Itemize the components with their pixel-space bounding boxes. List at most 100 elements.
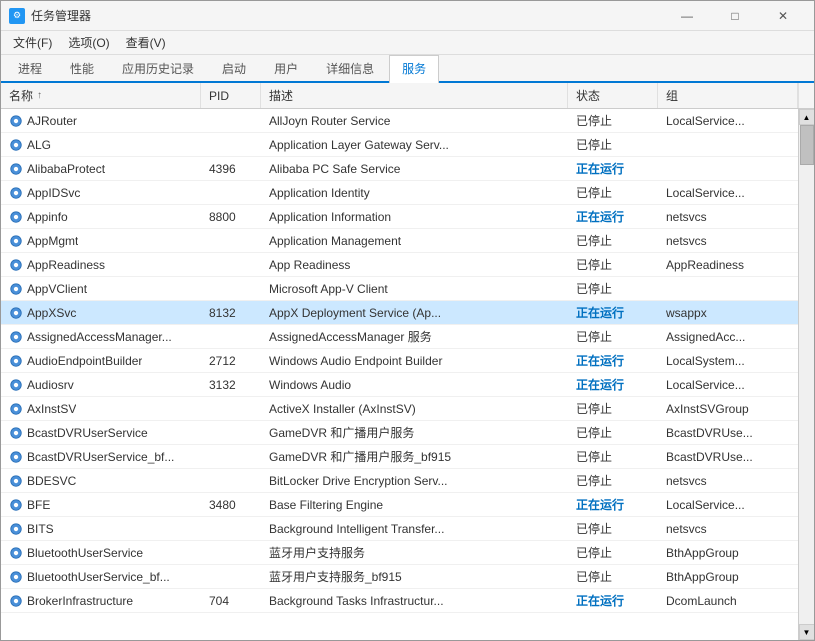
table-row[interactable]: BrokerInfrastructure704Background Tasks … xyxy=(1,589,798,613)
cell-desc: AllJoyn Router Service xyxy=(261,109,568,132)
table-row[interactable]: BcastDVRUserServiceGameDVR 和广播用户服务已停止Bca… xyxy=(1,421,798,445)
table-row[interactable]: AppMgmtApplication Management已停止netsvcs xyxy=(1,229,798,253)
menu-bar: 文件(F) 选项(O) 查看(V) xyxy=(1,31,814,55)
cell-pid xyxy=(201,325,261,348)
service-name-text: BluetoothUserService xyxy=(27,546,143,560)
cell-desc: Windows Audio Endpoint Builder xyxy=(261,349,568,372)
service-name-text: AlibabaProtect xyxy=(27,162,105,176)
service-icon xyxy=(9,546,23,560)
cell-service-name: AxInstSV xyxy=(1,397,201,420)
cell-pid: 4396 xyxy=(201,157,261,180)
cell-status: 已停止 xyxy=(568,325,658,348)
cell-desc: Background Intelligent Transfer... xyxy=(261,517,568,540)
cell-status: 已停止 xyxy=(568,421,658,444)
col-header-name[interactable]: 名称 ↑ xyxy=(1,83,201,108)
table-row[interactable]: BDESVCBitLocker Drive Encryption Serv...… xyxy=(1,469,798,493)
cell-status: 已停止 xyxy=(568,229,658,252)
sort-arrow-icon: ↑ xyxy=(37,90,42,101)
cell-service-name: AppIDSvc xyxy=(1,181,201,204)
cell-status: 已停止 xyxy=(568,133,658,156)
service-icon xyxy=(9,522,23,536)
cell-group xyxy=(658,157,798,180)
table-row[interactable]: AxInstSVActiveX Installer (AxInstSV)已停止A… xyxy=(1,397,798,421)
tab-users[interactable]: 用户 xyxy=(261,55,311,81)
cell-service-name: BluetoothUserService_bf... xyxy=(1,565,201,588)
table-row[interactable]: AppIDSvcApplication Identity已停止LocalServ… xyxy=(1,181,798,205)
col-header-group[interactable]: 组 xyxy=(658,83,798,108)
minimize-button[interactable]: — xyxy=(664,1,710,31)
service-name-text: AppReadiness xyxy=(27,258,105,272)
menu-options[interactable]: 选项(O) xyxy=(60,32,117,53)
table-row[interactable]: AJRouterAllJoyn Router Service已停止LocalSe… xyxy=(1,109,798,133)
col-header-desc[interactable]: 描述 xyxy=(261,83,568,108)
services-table: 名称 ↑ PID 描述 状态 组 xyxy=(1,83,814,640)
cell-desc: Microsoft App-V Client xyxy=(261,277,568,300)
service-name-text: AxInstSV xyxy=(27,402,76,416)
tab-performance[interactable]: 性能 xyxy=(57,55,107,81)
cell-pid xyxy=(201,517,261,540)
cell-desc: GameDVR 和广播用户服务_bf915 xyxy=(261,445,568,468)
col-header-pid[interactable]: PID xyxy=(201,83,261,108)
service-icon xyxy=(9,306,23,320)
cell-group: LocalService... xyxy=(658,373,798,396)
col-header-status[interactable]: 状态 xyxy=(568,83,658,108)
table-row[interactable]: BcastDVRUserService_bf... GameDVR 和广播用户服务… xyxy=(1,445,798,469)
scroll-thumb[interactable] xyxy=(800,125,814,165)
table-row[interactable]: BFE3480Base Filtering Engine正在运行LocalSer… xyxy=(1,493,798,517)
tab-details[interactable]: 详细信息 xyxy=(313,55,387,81)
table-row[interactable]: Audiosrv3132Windows Audio正在运行LocalServic… xyxy=(1,373,798,397)
service-name-text: BcastDVRUserService_bf... xyxy=(27,450,174,464)
cell-status: 正在运行 xyxy=(568,349,658,372)
cell-service-name: ALG xyxy=(1,133,201,156)
cell-service-name: AudioEndpointBuilder xyxy=(1,349,201,372)
table-row[interactable]: BITSBackground Intelligent Transfer...已停… xyxy=(1,517,798,541)
cell-group: BcastDVRUse... xyxy=(658,421,798,444)
cell-service-name: BluetoothUserService xyxy=(1,541,201,564)
table-row[interactable]: ALG Application Layer Gateway Serv...已停止 xyxy=(1,133,798,157)
cell-service-name: AppXSvc xyxy=(1,301,201,324)
table-row[interactable]: AlibabaProtect4396Alibaba PC Safe Servic… xyxy=(1,157,798,181)
table-row[interactable]: AppXSvc8132AppX Deployment Service (Ap..… xyxy=(1,301,798,325)
service-icon xyxy=(9,330,23,344)
table-row[interactable]: BluetoothUserService蓝牙用户支持服务已停止BthAppGro… xyxy=(1,541,798,565)
service-name-text: AudioEndpointBuilder xyxy=(27,354,142,368)
cell-desc: 蓝牙用户支持服务_bf915 xyxy=(261,565,568,588)
maximize-button[interactable]: □ xyxy=(712,1,758,31)
tab-app-history[interactable]: 应用历史记录 xyxy=(109,55,207,81)
scroll-down-button[interactable]: ▼ xyxy=(799,624,815,640)
service-icon xyxy=(9,138,23,152)
cell-service-name: AppMgmt xyxy=(1,229,201,252)
cell-status: 正在运行 xyxy=(568,301,658,324)
service-name-text: AppXSvc xyxy=(27,306,76,320)
table-row[interactable]: BluetoothUserService_bf... 蓝牙用户支持服务_bf915… xyxy=(1,565,798,589)
table-body-container: AJRouterAllJoyn Router Service已停止LocalSe… xyxy=(1,109,814,640)
service-icon xyxy=(9,570,23,584)
menu-view[interactable]: 查看(V) xyxy=(118,32,174,53)
service-icon xyxy=(9,114,23,128)
table-body: AJRouterAllJoyn Router Service已停止LocalSe… xyxy=(1,109,798,640)
scroll-up-button[interactable]: ▲ xyxy=(799,109,815,125)
cell-status: 已停止 xyxy=(568,469,658,492)
scrollbar[interactable]: ▲ ▼ xyxy=(798,109,814,640)
cell-service-name: BrokerInfrastructure xyxy=(1,589,201,612)
cell-desc: Background Tasks Infrastructur... xyxy=(261,589,568,612)
tab-services[interactable]: 服务 xyxy=(389,55,439,83)
scroll-track[interactable] xyxy=(799,125,815,624)
table-row[interactable]: AppVClientMicrosoft App-V Client已停止 xyxy=(1,277,798,301)
close-button[interactable]: ✕ xyxy=(760,1,806,31)
cell-service-name: BcastDVRUserService xyxy=(1,421,201,444)
table-row[interactable]: Appinfo8800Application Information正在运行ne… xyxy=(1,205,798,229)
tab-startup[interactable]: 启动 xyxy=(209,55,259,81)
cell-desc: Application Layer Gateway Serv... xyxy=(261,133,568,156)
content-area: 名称 ↑ PID 描述 状态 组 xyxy=(1,83,814,640)
cell-desc: App Readiness xyxy=(261,253,568,276)
cell-group: wsappx xyxy=(658,301,798,324)
table-row[interactable]: AudioEndpointBuilder2712Windows Audio En… xyxy=(1,349,798,373)
cell-status: 正在运行 xyxy=(568,205,658,228)
table-row[interactable]: AssignedAccessManager...AssignedAccessMa… xyxy=(1,325,798,349)
menu-file[interactable]: 文件(F) xyxy=(5,32,60,53)
tab-processes[interactable]: 进程 xyxy=(5,55,55,81)
table-row[interactable]: AppReadinessApp Readiness已停止AppReadiness xyxy=(1,253,798,277)
cell-group: netsvcs xyxy=(658,229,798,252)
service-name-text: Appinfo xyxy=(27,210,68,224)
